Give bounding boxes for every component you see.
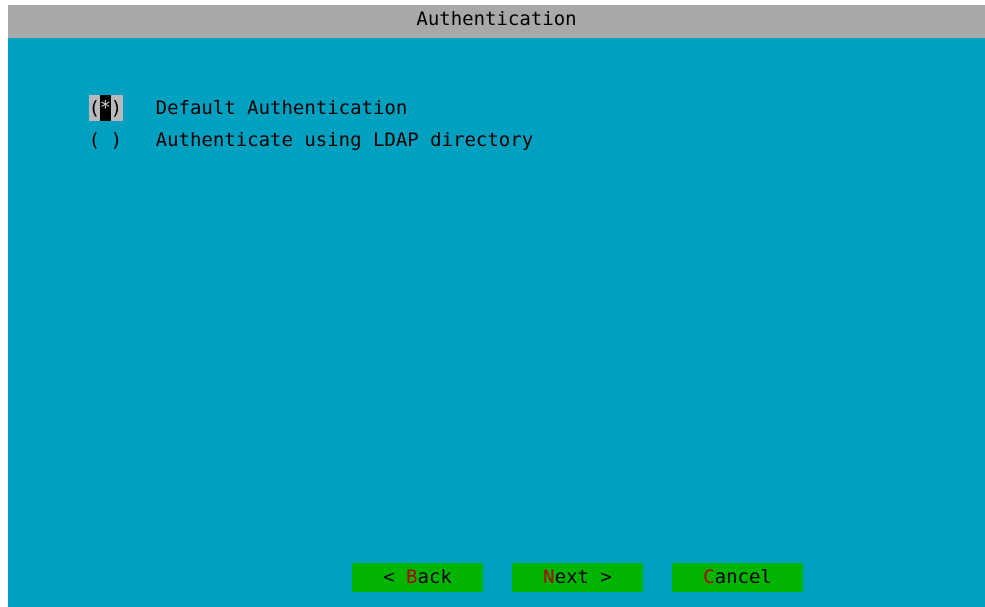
terminal-screen: Authentication (*) Default Authentication… — [0, 0, 985, 607]
cancel-button[interactable]: Cancel — [672, 563, 803, 592]
cancel-button-hotkey: C — [703, 566, 715, 588]
option-default-authentication[interactable]: (*) Default Authentication — [20, 69, 407, 121]
radio-close-paren: ) — [110, 129, 123, 151]
back-button-hotkey: B — [406, 566, 418, 588]
authentication-dialog: Authentication (*) Default Authentication… — [8, 5, 985, 607]
radio-open-paren: ( — [88, 129, 101, 151]
option-ldap-authentication[interactable]: ( ) Authenticate using LDAP directory — [20, 101, 534, 151]
back-button-label-rest: ack — [417, 566, 452, 588]
next-button-label-rest: ext > — [554, 566, 612, 588]
back-button[interactable]: < Back — [352, 563, 483, 592]
cancel-button-label-rest: ancel — [714, 566, 772, 588]
next-button[interactable]: Next > — [512, 563, 643, 592]
next-button-hotkey: N — [543, 566, 555, 588]
dialog-title: Authentication — [8, 5, 985, 38]
radio-button-ldap-authentication[interactable]: ( ) — [89, 127, 123, 153]
option-label-ldap-authentication: Authenticate using LDAP directory — [155, 129, 534, 151]
radio-unselected-mark — [100, 127, 111, 153]
back-button-prefix: < — [383, 566, 407, 588]
